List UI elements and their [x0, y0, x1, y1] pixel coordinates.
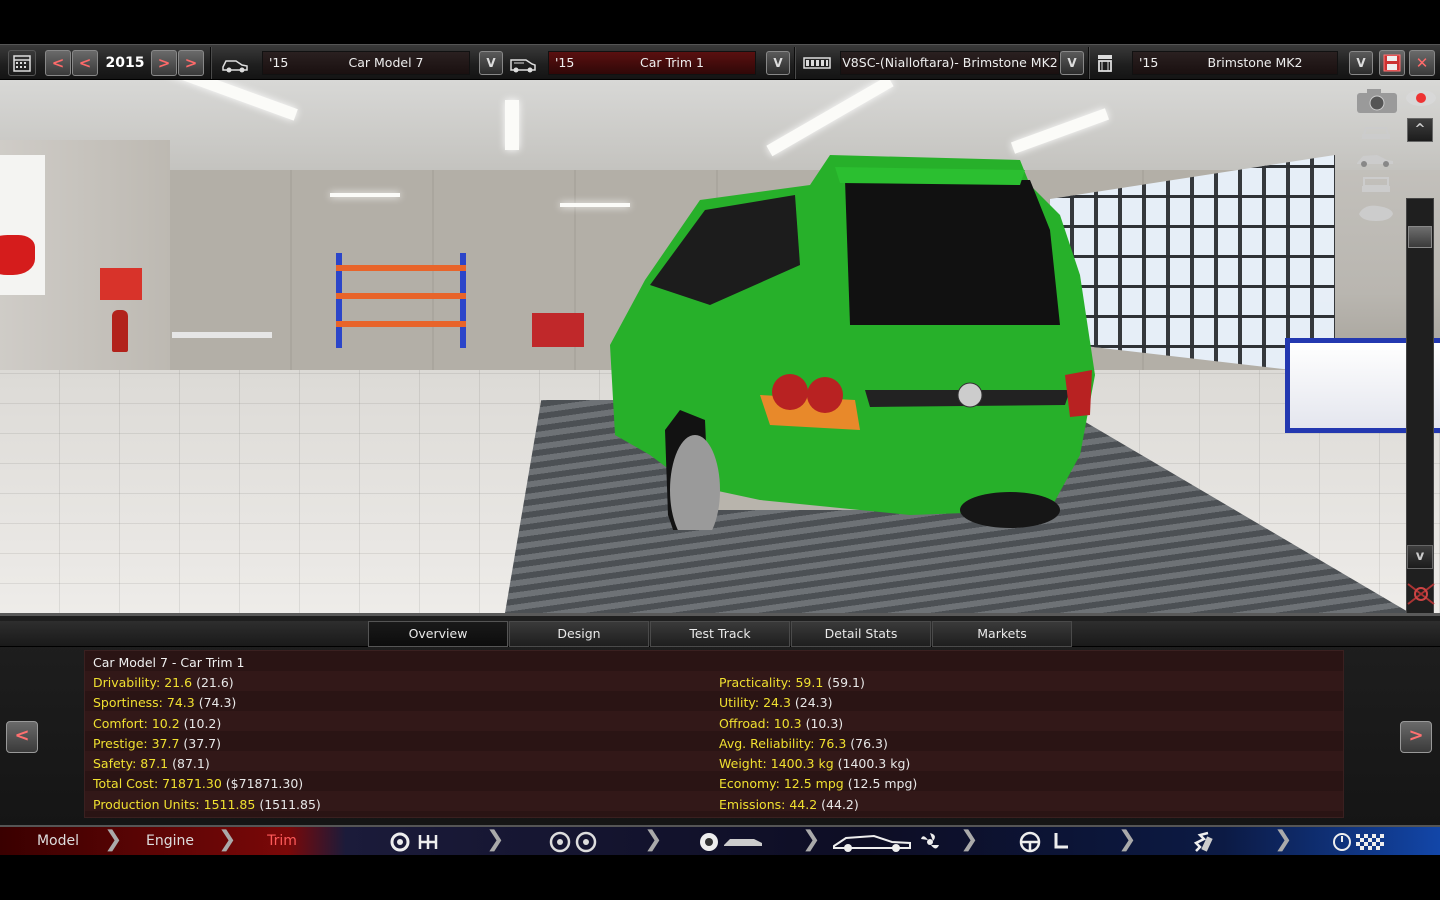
car-model-icon [220, 51, 250, 75]
car-3d-model[interactable] [610, 155, 1100, 550]
trim-year: '15 [555, 55, 575, 70]
zoom-scroll-thumb[interactable] [1408, 226, 1432, 248]
bottom-letterbox [0, 855, 1440, 900]
tab-test-track[interactable]: Test Track [650, 621, 790, 647]
model-name: Car Model 7 [348, 55, 424, 70]
stat-weight: Weight: 1400.3 kg (1400.3 kg) [719, 756, 911, 771]
bottom-nav: Model ❯ Engine ❯ Trim ❯ ❯ ❯ ❯ ❯ ❯ [0, 825, 1440, 855]
reset-view-icon[interactable] [1404, 580, 1440, 605]
close-icon[interactable]: ✕ [1409, 50, 1435, 76]
stat-drivability: Drivability: 21.6 (21.6) [93, 675, 234, 690]
suspension-icon[interactable] [1190, 831, 1220, 853]
camera-icon[interactable] [1355, 88, 1397, 113]
chassis-gearbox-icon[interactable] [390, 831, 446, 853]
car-front-icon[interactable] [1358, 120, 1394, 142]
storage-shelf [336, 253, 466, 348]
stat-emissions: Emissions: 44.2 (44.2) [719, 797, 859, 812]
engine-family-name: Brimstone MK2 [1207, 55, 1303, 70]
year-back-10-button[interactable]: < [45, 50, 71, 76]
trim-name: Car Trim 1 [639, 55, 704, 70]
stat-safety: Safety: 87.1 (87.1) [93, 756, 210, 771]
trim-dropdown-button[interactable]: V [766, 51, 790, 75]
zoom-up-button[interactable]: ^ [1407, 118, 1433, 142]
chevron-right-icon: ❯ [1118, 827, 1137, 852]
app-root: < < 2015 > > '15 Car Model 7 V '15 Car T… [0, 0, 1440, 900]
garage-viewport[interactable]: ^ v [0, 80, 1440, 613]
prev-button[interactable]: < [6, 721, 38, 753]
year-forward-10-button[interactable]: > [178, 50, 204, 76]
car-side-icon[interactable] [1355, 148, 1393, 170]
car-top-icon[interactable] [1356, 202, 1393, 224]
chevron-right-icon: ❯ [960, 827, 979, 852]
engine-family-dropdown-button[interactable]: V [1349, 51, 1373, 75]
ceiling-light [330, 193, 400, 197]
top-toolbar: < < 2015 > > '15 Car Model 7 V '15 Car T… [0, 44, 1440, 80]
nav-model[interactable]: Model [20, 827, 96, 855]
year-display: 2015 [105, 55, 145, 71]
year-forward-button[interactable]: > [151, 50, 177, 76]
poster-car-image [0, 235, 35, 275]
stat-total-cost: Total Cost: 71871.30 ($71871.30) [93, 776, 304, 791]
fire-extinguisher [112, 310, 128, 352]
engine-dropdown-button[interactable]: V [1060, 51, 1084, 75]
wheels-icon[interactable] [548, 831, 598, 853]
tab-design[interactable]: Design [509, 621, 649, 647]
stat-production-units: Production Units: 1511.85 (1511.85) [93, 797, 321, 812]
model-select[interactable]: '15 Car Model 7 [262, 51, 470, 75]
brakes-body-icon[interactable] [698, 831, 764, 853]
model-dropdown-button[interactable]: V [479, 51, 503, 75]
chevron-right-icon: ❯ [218, 827, 237, 852]
stat-comfort: Comfort: 10.2 (10.2) [93, 716, 222, 731]
car-aero-icon[interactable] [832, 831, 944, 853]
chevron-right-icon: ❯ [802, 827, 821, 852]
testing-flag-icon[interactable] [1332, 831, 1390, 853]
chevron-right-icon: ❯ [104, 827, 123, 852]
save-icon[interactable] [1379, 50, 1405, 76]
ceiling-light [505, 100, 519, 150]
nav-engine[interactable]: Engine [130, 827, 210, 855]
car-trim-icon [508, 51, 538, 75]
eye-icon[interactable] [1403, 86, 1439, 108]
tool-cabinet [532, 313, 584, 347]
overview-stats: Car Model 7 - Car Trim 1 Drivability: 21… [84, 650, 1344, 818]
nav-trim[interactable]: Trim [244, 827, 320, 855]
year-back-button[interactable]: < [72, 50, 98, 76]
engine-family-icon [1092, 51, 1122, 75]
toolbar-separator [1088, 47, 1090, 79]
stat-economy: Economy: 12.5 mpg (12.5 mpg) [719, 776, 918, 791]
engine-icon [802, 51, 832, 75]
car-rear-icon[interactable] [1358, 174, 1394, 196]
tab-markets[interactable]: Markets [932, 621, 1072, 647]
engine-name: V8SC-(Nialloftara)- Brimstone MK2 [842, 55, 1058, 70]
stat-prestige: Prestige: 37.7 (37.7) [93, 736, 222, 751]
trim-select[interactable]: '15 Car Trim 1 [548, 51, 756, 75]
chevron-right-icon: ❯ [486, 827, 505, 852]
stat-avg-reliability: Avg. Reliability: 76.3 (76.3) [719, 736, 888, 751]
toolbar-separator [794, 47, 796, 79]
stat-sportiness: Sportiness: 74.3 (74.3) [93, 695, 237, 710]
workbench [172, 332, 272, 338]
engine-family-select[interactable]: '15 Brimstone MK2 [1132, 51, 1338, 75]
stat-offroad: Offroad: 10.3 (10.3) [719, 716, 844, 731]
zoom-down-button[interactable]: v [1407, 545, 1433, 569]
chevron-right-icon: ❯ [644, 827, 663, 852]
tab-overview[interactable]: Overview [368, 621, 508, 647]
fire-extinguisher-sign [100, 268, 142, 300]
engine-family-year: '15 [1139, 55, 1159, 70]
overview-title: Car Model 7 - Car Trim 1 [93, 655, 245, 670]
engine-select[interactable]: V8SC-(Nialloftara)- Brimstone MK2 [840, 51, 1060, 75]
calendar-icon[interactable] [8, 50, 36, 76]
tab-detail-stats[interactable]: Detail Stats [791, 621, 931, 647]
chevron-right-icon: ❯ [1274, 827, 1293, 852]
stat-utility: Utility: 24.3 (24.3) [719, 695, 833, 710]
model-year: '15 [269, 55, 289, 70]
next-button[interactable]: > [1400, 721, 1432, 753]
toolbar-separator [210, 47, 212, 79]
interior-icon[interactable] [1018, 831, 1074, 853]
stat-practicality: Practicality: 59.1 (59.1) [719, 675, 865, 690]
info-panel: Overview Design Test Track Detail Stats … [0, 613, 1440, 825]
